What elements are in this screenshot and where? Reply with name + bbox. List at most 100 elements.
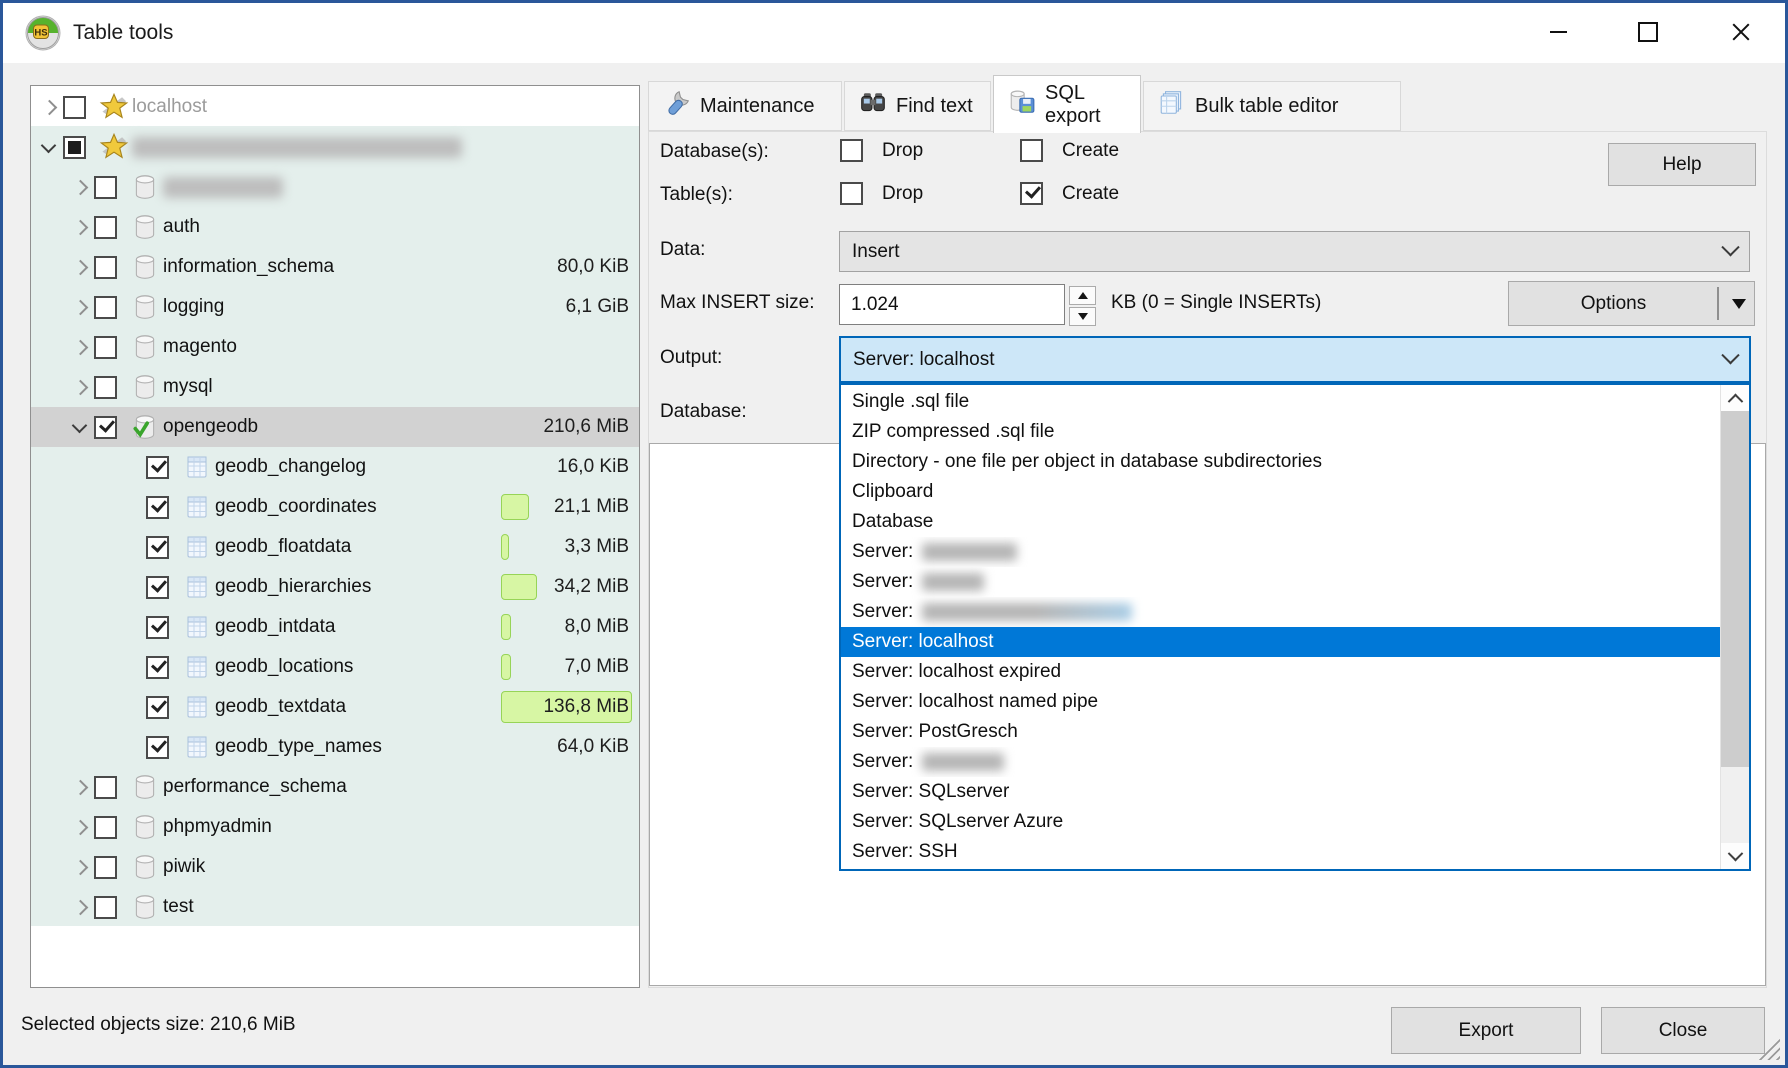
tree-row[interactable]: [31, 167, 639, 207]
tree-checkbox[interactable]: [94, 816, 117, 839]
tree-checkbox[interactable]: [94, 856, 117, 879]
tree-row[interactable]: localhost: [31, 87, 639, 127]
tree-checkbox[interactable]: [146, 616, 169, 639]
tree-row[interactable]: geodb_changelog16,0 KiB: [31, 447, 639, 487]
dropdown-item[interactable]: Server: localhost expired: [841, 657, 1721, 687]
close-button[interactable]: [1709, 3, 1773, 61]
tree-checkbox[interactable]: [94, 296, 117, 319]
tree-row[interactable]: auth: [31, 207, 639, 247]
tree-checkbox[interactable]: [146, 456, 169, 479]
tree-row[interactable]: performance_schema: [31, 767, 639, 807]
tree-row[interactable]: geodb_hierarchies34,2 MiB: [31, 567, 639, 607]
scrollbar-thumb[interactable]: [1721, 411, 1749, 767]
chevron-collapsed-icon[interactable]: [66, 207, 94, 247]
tree-checkbox[interactable]: [146, 656, 169, 679]
databases-create-checkbox[interactable]: [1020, 139, 1043, 162]
tree-checkbox[interactable]: [146, 736, 169, 759]
dropdown-item[interactable]: Server: SSH: [841, 837, 1721, 867]
scroll-up-button[interactable]: [1721, 385, 1749, 411]
tables-drop-option[interactable]: Drop: [840, 182, 923, 205]
tab-maintenance[interactable]: Maintenance: [648, 81, 842, 131]
dropdown-item[interactable]: Server: localhost named pipe: [841, 687, 1721, 717]
dropdown-item[interactable]: Server:: [841, 747, 1721, 777]
tree-checkbox[interactable]: [94, 416, 117, 439]
dropdown-item[interactable]: Database: [841, 507, 1721, 537]
chevron-collapsed-icon[interactable]: [66, 767, 94, 807]
dropdown-item[interactable]: Directory - one file per object in datab…: [841, 447, 1721, 477]
tree-checkbox[interactable]: [146, 576, 169, 599]
tree-checkbox[interactable]: [94, 176, 117, 199]
tree-row[interactable]: geodb_intdata8,0 MiB: [31, 607, 639, 647]
tree-checkbox[interactable]: [146, 536, 169, 559]
dropdown-item[interactable]: Server: PostGresch: [841, 717, 1721, 747]
dropdown-item[interactable]: Clipboard: [841, 477, 1721, 507]
dropdown-item[interactable]: Server:: [841, 597, 1721, 627]
tree-row[interactable]: geodb_locations7,0 MiB: [31, 647, 639, 687]
tables-create-option[interactable]: Create: [1020, 182, 1119, 205]
tree-row[interactable]: geodb_floatdata3,3 MiB: [31, 527, 639, 567]
tree-row[interactable]: piwik: [31, 847, 639, 887]
maximize-button[interactable]: [1616, 3, 1680, 61]
dropdown-item[interactable]: Server:: [841, 567, 1721, 597]
chevron-collapsed-icon[interactable]: [35, 87, 63, 127]
tree-checkbox[interactable]: [63, 96, 86, 119]
help-button[interactable]: Help: [1608, 143, 1756, 186]
chevron-collapsed-icon[interactable]: [66, 247, 94, 287]
tree-row[interactable]: test: [31, 887, 639, 927]
tree-row[interactable]: phpmyadmin: [31, 807, 639, 847]
dropdown-item[interactable]: Server:: [841, 537, 1721, 567]
chevron-collapsed-icon[interactable]: [66, 367, 94, 407]
dropdown-item[interactable]: Server: SQLserver Azure: [841, 807, 1721, 837]
tree-row[interactable]: geodb_textdata136,8 MiB: [31, 687, 639, 727]
tree-checkbox[interactable]: [63, 136, 86, 159]
databases-drop-option[interactable]: Drop: [840, 139, 923, 162]
tree-row[interactable]: mysql: [31, 367, 639, 407]
tree-checkbox[interactable]: [94, 376, 117, 399]
tree-row[interactable]: opengeodb210,6 MiB: [31, 407, 639, 447]
tree-row[interactable]: [31, 127, 639, 167]
tree-checkbox[interactable]: [94, 776, 117, 799]
chevron-expanded-icon[interactable]: [66, 407, 94, 447]
dropdown-item[interactable]: Server: localhost: [841, 627, 1721, 657]
spinner-up-button[interactable]: [1069, 286, 1096, 305]
chevron-collapsed-icon[interactable]: [66, 287, 94, 327]
databases-create-option[interactable]: Create: [1020, 139, 1119, 162]
tables-create-checkbox[interactable]: [1020, 182, 1043, 205]
tree-row[interactable]: information_schema80,0 KiB: [31, 247, 639, 287]
dropdown-scrollbar[interactable]: [1720, 385, 1749, 869]
close-dialog-button[interactable]: Close: [1601, 1007, 1765, 1054]
tab-bulk-table-editor[interactable]: Bulk table editor: [1143, 81, 1401, 131]
chevron-collapsed-icon[interactable]: [66, 807, 94, 847]
tree-row[interactable]: logging6,1 GiB: [31, 287, 639, 327]
max-insert-input[interactable]: 1.024: [839, 284, 1065, 325]
output-combobox[interactable]: Server: localhost: [839, 336, 1751, 383]
chevron-expanded-icon[interactable]: [35, 127, 63, 167]
dropdown-item[interactable]: Server: SQLserver: [841, 777, 1721, 807]
tree-checkbox[interactable]: [146, 496, 169, 519]
tree-row[interactable]: magento: [31, 327, 639, 367]
chevron-collapsed-icon[interactable]: [66, 847, 94, 887]
minimize-button[interactable]: [1526, 3, 1590, 61]
tree-checkbox[interactable]: [146, 696, 169, 719]
tree-row[interactable]: geodb_type_names64,0 KiB: [31, 727, 639, 767]
tab-sql-export[interactable]: SQL export: [993, 75, 1141, 133]
chevron-collapsed-icon[interactable]: [66, 167, 94, 207]
scroll-down-button[interactable]: [1721, 843, 1749, 869]
dropdown-item[interactable]: Single .sql file: [841, 387, 1721, 417]
tree-checkbox[interactable]: [94, 896, 117, 919]
title-bar[interactable]: HS Table tools: [3, 3, 1785, 63]
output-dropdown-list[interactable]: Server: SSHServer: SQLserver AzureServer…: [839, 383, 1751, 871]
dropdown-item[interactable]: ZIP compressed .sql file: [841, 417, 1721, 447]
tree-checkbox[interactable]: [94, 256, 117, 279]
data-combobox[interactable]: Insert: [839, 231, 1750, 272]
chevron-collapsed-icon[interactable]: [66, 327, 94, 367]
options-split-button[interactable]: Options: [1508, 281, 1755, 326]
tables-drop-checkbox[interactable]: [840, 182, 863, 205]
tree-row[interactable]: geodb_coordinates21,1 MiB: [31, 487, 639, 527]
tree-panel[interactable]: localhost authinformation_schema80,0 KiBl…: [30, 85, 640, 988]
tree-checkbox[interactable]: [94, 336, 117, 359]
spinner-down-button[interactable]: [1069, 307, 1096, 326]
export-button[interactable]: Export: [1391, 1007, 1581, 1054]
databases-drop-checkbox[interactable]: [840, 139, 863, 162]
tree-checkbox[interactable]: [94, 216, 117, 239]
